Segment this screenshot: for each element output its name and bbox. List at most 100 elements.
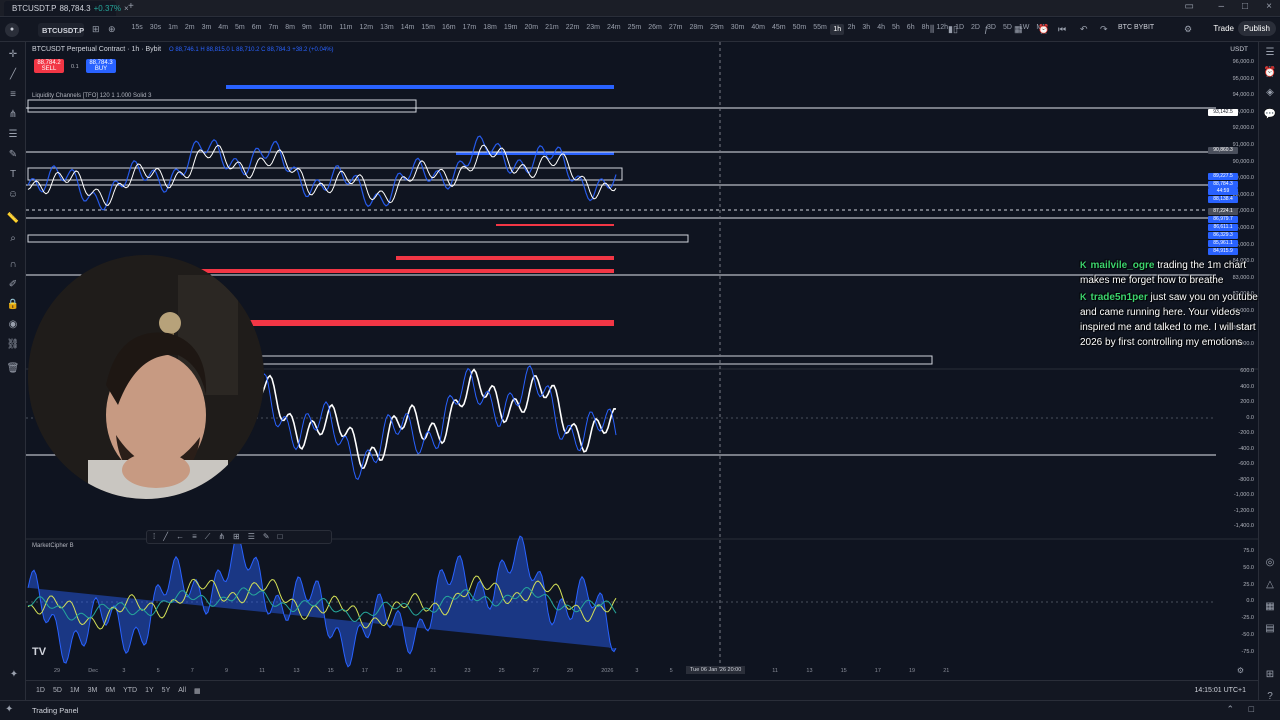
timeframe-4h[interactable]: 4h — [874, 24, 889, 35]
zoom-icon[interactable]: ⌕ — [5, 232, 21, 246]
timeframe-7m[interactable]: 7m — [265, 24, 282, 35]
timeframe-29m[interactable]: 29m — [707, 24, 728, 35]
timeframe-6h[interactable]: 6h — [903, 24, 918, 35]
symbol-search[interactable]: BTCUSDT.P — [38, 23, 84, 37]
redo-icon[interactable]: ↷ — [1096, 24, 1112, 35]
pencil-icon[interactable]: ✐ — [5, 278, 21, 292]
timeframe-2m[interactable]: 2m — [181, 24, 198, 35]
window-tile-icon[interactable]: ▭ — [1185, 1, 1194, 12]
timeframe-10m[interactable]: 10m — [315, 24, 336, 35]
arrow-tool-icon[interactable]: ← — [176, 532, 184, 542]
timeframe-19m[interactable]: 19m — [500, 24, 521, 35]
ruler-icon[interactable]: 📏 — [5, 212, 21, 226]
lock-icon[interactable]: 🔒 — [5, 298, 21, 312]
timeframe-13m[interactable]: 13m — [377, 24, 398, 35]
timeframe-50m[interactable]: 50m — [789, 24, 810, 35]
watchlist-icon[interactable]: ☰ — [1262, 46, 1278, 60]
range-all[interactable]: All — [174, 687, 190, 694]
grid-tool-icon[interactable]: ⊞ — [233, 532, 240, 542]
brush-icon[interactable]: ✎ — [5, 148, 21, 162]
chart-type-icon[interactable]: ⫼ — [926, 24, 938, 35]
drag-handle-icon[interactable]: ⁞ — [153, 532, 155, 542]
favorite-icon[interactable]: ✦ — [5, 668, 23, 682]
timeframe-14m[interactable]: 14m — [397, 24, 418, 35]
triangle-icon[interactable]: △ — [1262, 578, 1278, 592]
range-5d[interactable]: 5D — [49, 687, 66, 694]
trading-panel-tab[interactable]: Trading Panel — [32, 706, 78, 715]
timeframe-22m[interactable]: 22m — [562, 24, 583, 35]
timeframe-27m[interactable]: 27m — [665, 24, 686, 35]
eye-icon[interactable]: ◉ — [5, 318, 21, 332]
new-tab-icon[interactable]: + — [128, 1, 134, 12]
timeframe-55m[interactable]: 55m — [810, 24, 831, 35]
avatar[interactable]: ● — [5, 23, 19, 37]
star-icon[interactable]: ✦ — [5, 704, 19, 718]
compare-icon[interactable]: ⊞ — [88, 24, 104, 35]
pattern-tool-icon[interactable]: ⟋ — [205, 532, 211, 542]
settings-icon[interactable]: ⚙ — [1180, 24, 1196, 35]
timeframe-1h[interactable]: 1h — [830, 24, 845, 35]
timeframe-2h[interactable]: 2h — [844, 24, 859, 35]
range-6m[interactable]: 6M — [101, 687, 119, 694]
buy-button[interactable]: 88,784.3 BUY — [86, 59, 116, 73]
collapse-icon[interactable]: ⌃ — [1226, 704, 1234, 715]
pen-tool-icon[interactable]: ✎ — [263, 532, 270, 542]
timeframe-6m[interactable]: 6m — [248, 24, 265, 35]
calendar-icon[interactable]: ▦ — [1262, 600, 1278, 614]
maximize-panel-icon[interactable]: □ — [1249, 704, 1254, 714]
timeframe-25m[interactable]: 25m — [624, 24, 645, 35]
pitchfork-icon[interactable]: ⋔ — [5, 108, 21, 122]
chat-icon[interactable]: 💬 — [1262, 108, 1278, 122]
layers-icon[interactable]: ◈ — [1262, 86, 1278, 100]
timeframe-30m[interactable]: 30m — [727, 24, 748, 35]
crosshair-icon[interactable]: ✛ — [5, 48, 21, 62]
notes-icon[interactable]: ▤ — [1262, 622, 1278, 636]
range-3m[interactable]: 3M — [84, 687, 102, 694]
timeframe-5h[interactable]: 5h — [889, 24, 904, 35]
range-1d[interactable]: 1D — [32, 687, 49, 694]
fork-tool-icon[interactable]: ⋔ — [218, 532, 225, 542]
range-1m[interactable]: 1M — [66, 687, 84, 694]
timeframe-18m[interactable]: 18m — [480, 24, 501, 35]
axis-settings-icon[interactable]: ⚙ — [1237, 666, 1244, 675]
timeframe-20m[interactable]: 20m — [521, 24, 542, 35]
list-tool-icon[interactable]: ☰ — [248, 532, 255, 542]
link-icon[interactable]: ⛓ — [5, 338, 21, 352]
clock[interactable]: 14:15:01 UTC+1 — [1194, 687, 1246, 694]
minimize-icon[interactable]: – — [1218, 1, 1224, 12]
alerts-icon[interactable]: ⏰ — [1262, 66, 1278, 80]
add-symbol-icon[interactable]: ⊕ — [104, 24, 120, 35]
maximize-icon[interactable]: □ — [1242, 1, 1248, 12]
apps-icon[interactable]: ⊞ — [1262, 668, 1278, 682]
sell-button[interactable]: 88,784.2 SELL — [34, 59, 64, 73]
timeframe-16m[interactable]: 16m — [438, 24, 459, 35]
magnet-icon[interactable]: ∩ — [5, 258, 21, 272]
broker-label[interactable]: BTC BYBIT — [1118, 24, 1154, 31]
timeframe-15m[interactable]: 15m — [418, 24, 439, 35]
timeframe-17m[interactable]: 17m — [459, 24, 480, 35]
timeframe-40m[interactable]: 40m — [748, 24, 769, 35]
timeframe-3m[interactable]: 3m — [198, 24, 215, 35]
timeframe-28m[interactable]: 28m — [686, 24, 707, 35]
timeframe-26m[interactable]: 26m — [645, 24, 666, 35]
timeframe-30s[interactable]: 30s — [146, 24, 164, 35]
timeframe-9m[interactable]: 9m — [298, 24, 315, 35]
timeframe-11m[interactable]: 11m — [336, 24, 356, 35]
horizontal-lines-icon[interactable]: ≡ — [5, 88, 21, 102]
timeframe-3h[interactable]: 3h — [859, 24, 874, 35]
date-range-icon[interactable]: ▦ — [190, 687, 205, 695]
layout-icon[interactable]: ▦ — [1010, 24, 1027, 35]
indicators-icon[interactable]: ƒ — [980, 24, 993, 34]
timeframe-1m[interactable]: 1m — [165, 24, 182, 35]
timeframe-21m[interactable]: 21m — [542, 24, 563, 35]
publish-button[interactable]: Publish — [1237, 21, 1276, 36]
timeframe-12m[interactable]: 12m — [356, 24, 377, 35]
browser-tab[interactable]: BTCUSDT.P 88,784.3 +0.37% × — [4, 1, 129, 16]
replay-icon[interactable]: ⏮ — [1054, 24, 1070, 35]
square-tool-icon[interactable]: □ — [278, 532, 283, 542]
line-tool-icon[interactable]: ╱ — [163, 532, 168, 542]
indicator-mcb-label[interactable]: MarketCipher B — [32, 543, 74, 549]
range-ytd[interactable]: YTD — [119, 687, 141, 694]
alert-icon[interactable]: ⏰ — [1034, 24, 1053, 35]
undo-icon[interactable]: ↶ — [1076, 24, 1092, 35]
